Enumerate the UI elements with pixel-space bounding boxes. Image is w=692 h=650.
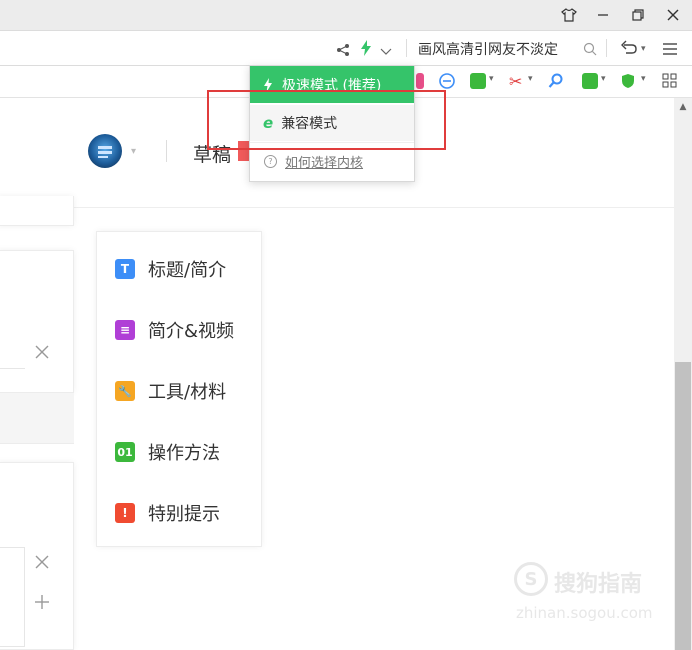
engine-lightning-icon[interactable]	[360, 40, 372, 60]
skin-shirt-icon[interactable]	[555, 0, 583, 30]
card-bottom	[0, 462, 74, 650]
magnifier-icon[interactable]	[548, 73, 564, 93]
extension-translate-icon[interactable]	[470, 73, 486, 89]
apps-grid-icon[interactable]	[662, 73, 678, 93]
chevron-down-icon[interactable]: ▾	[641, 74, 646, 84]
nav-item-label: 标题/简介	[148, 260, 227, 281]
header-divider	[0, 207, 674, 208]
watermark-brand: 搜狗指南	[554, 572, 643, 597]
chevron-down-icon[interactable]: ▾	[601, 74, 606, 84]
divider	[406, 39, 407, 57]
title-bar	[0, 0, 692, 30]
nav-item-intro-video[interactable]: ≡ 简介&视频	[115, 317, 234, 343]
wrench-icon: 🔧	[115, 381, 135, 401]
sogou-logo-icon: S	[514, 562, 548, 596]
menu-icon[interactable]	[662, 41, 678, 60]
highlight-annotation-box	[207, 90, 446, 150]
screenshot-scissors-icon[interactable]: ✂	[509, 72, 522, 91]
card-middle	[0, 250, 74, 393]
search-icon[interactable]	[583, 41, 597, 60]
chevron-down-icon[interactable]: ▾	[528, 74, 533, 84]
nav-item-label: 特别提示	[148, 504, 220, 525]
add-icon[interactable]	[34, 594, 50, 614]
divider	[606, 39, 607, 57]
close-window-icon[interactable]	[659, 0, 687, 30]
close-icon[interactable]	[34, 344, 50, 364]
exclamation-icon: !	[115, 503, 135, 523]
nav-item-label: 工具/材料	[148, 382, 227, 403]
minimize-icon[interactable]	[589, 0, 617, 30]
scrollbar-thumb[interactable]	[675, 362, 691, 650]
title-icon: T	[115, 259, 135, 279]
section-nav: T 标题/简介 ≡ 简介&视频 🔧 工具/材料 01 操作方法 ! 特别提示	[96, 231, 262, 547]
chevron-down-icon[interactable]: ▾	[489, 74, 494, 84]
nav-item-tips[interactable]: ! 特别提示	[115, 500, 220, 526]
avatar-dropdown-icon[interactable]: ▾	[131, 146, 136, 157]
close-icon[interactable]	[34, 554, 50, 574]
text-area[interactable]	[0, 547, 25, 647]
help-question-icon: ?	[264, 154, 277, 168]
input-underline	[0, 368, 25, 369]
nav-item-label: 简介&视频	[148, 321, 235, 342]
card-footer	[0, 393, 74, 444]
restore-icon[interactable]	[624, 0, 652, 30]
list-icon: ≡	[115, 320, 135, 340]
sogou-watermark: S 搜狗指南 zhinan.sogou.com	[514, 560, 674, 630]
watermark-url: zhinan.sogou.com	[516, 604, 653, 622]
engine-dropdown-chevron-icon[interactable]	[380, 42, 392, 61]
nav-item-tools[interactable]: 🔧 工具/材料	[115, 378, 226, 404]
scroll-up-arrow-icon[interactable]: ▲	[674, 98, 692, 116]
nav-item-title-intro[interactable]: T 标题/简介	[115, 256, 226, 282]
nav-item-steps[interactable]: 01 操作方法	[115, 439, 220, 465]
undo-dropdown-icon[interactable]: ▾	[641, 44, 646, 54]
undo-icon[interactable]	[620, 40, 638, 60]
card-top	[0, 196, 74, 226]
extension-game-icon[interactable]	[582, 73, 598, 89]
share-icon[interactable]	[336, 42, 350, 61]
extension-shield-icon[interactable]	[620, 73, 636, 93]
step-number-icon: 01	[115, 442, 135, 462]
divider	[166, 140, 167, 162]
menu-item-label: 如何选择内核	[285, 155, 364, 171]
hot-search-text[interactable]: 画风高清引网友不淡定	[418, 39, 558, 59]
address-bar: 画风高清引网友不淡定 ▾	[0, 30, 692, 66]
nav-item-label: 操作方法	[148, 443, 220, 464]
avatar[interactable]	[88, 134, 122, 168]
extension-red-icon[interactable]	[416, 73, 424, 89]
